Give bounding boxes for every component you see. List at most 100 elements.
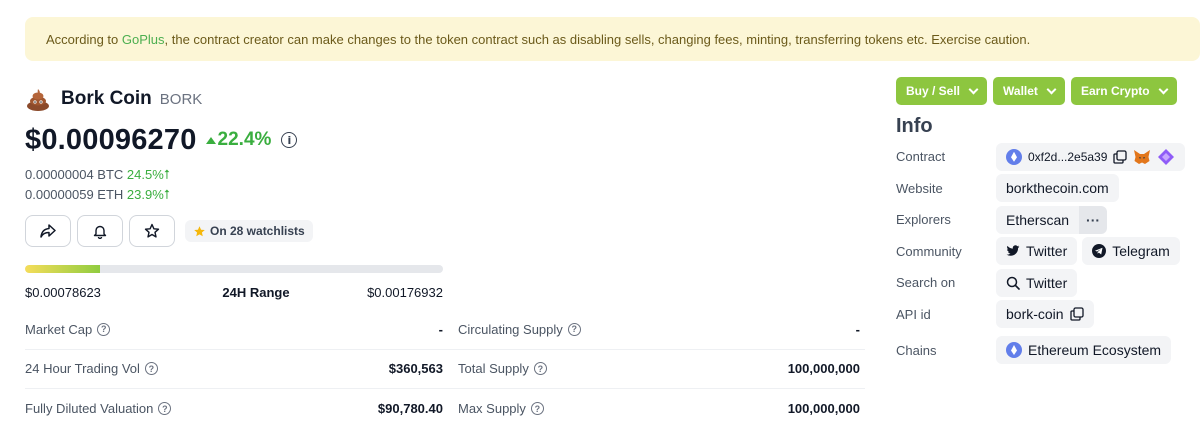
stat-volume: 24 Hour Trading Vol? $360,563 [25,361,443,376]
copy-icon[interactable] [1069,307,1084,321]
help-icon[interactable]: ? [530,402,544,416]
search-icon [1006,276,1020,290]
help-icon[interactable]: ? [567,322,581,336]
eth-price: 0.00000059 ETH [25,187,124,202]
warning-prefix: According to [46,31,122,47]
search-twitter-link[interactable]: Twitter [996,268,1078,297]
max-supply-value: 100,000,000 [787,401,860,417]
arrow-up-icon: ⭡ [163,167,170,182]
info-row-api-id: API id bork-coin [896,299,1200,331]
help-icon[interactable]: ? [97,322,111,336]
warning-suffix: , the contract creator can make changes … [164,31,1031,47]
share-button[interactable] [25,215,71,247]
coin-price: $0.00096270 [25,123,197,156]
earn-crypto-label: Earn Crypto [1080,84,1150,98]
chevron-down-icon [1158,84,1169,94]
buy-sell-button[interactable]: Buy / Sell [896,77,988,105]
total-supply-value: 100,000,000 [787,361,860,377]
range-high: $0.00176932 [367,285,443,300]
contract-address: 0xf2d...2e5a39 [1028,149,1108,164]
chains-value: Ethereum Ecosystem [1028,342,1162,358]
earn-crypto-button[interactable]: Earn Crypto [1070,77,1177,105]
twitter-link[interactable]: Twitter [996,237,1078,266]
info-row-explorers: Explorers Etherscan ··· [896,204,1200,236]
wallet-label: Wallet [1003,84,1038,98]
max-supply-label: Max Supply [458,401,526,417]
market-cap-label: Market Cap [25,321,93,337]
market-cap-value: - [438,321,443,337]
fdv-value: $90,780.40 [377,401,443,417]
alert-button[interactable] [77,215,123,247]
search-twitter-label: Twitter [1026,274,1068,291]
coin-overview: Bork Coin BORK $0.00096270 22.4% i 0.000… [25,84,865,416]
telegram-link[interactable]: Telegram [1082,237,1180,266]
range-label: 24H Range [222,285,290,300]
range-labels: $0.00078623 24H Range $0.00176932 [25,285,443,300]
circulating-supply-value: - [855,321,860,337]
info-heading: Info [896,115,933,137]
explorers-label: Explorers [896,212,951,228]
info-list: Contract 0xf2d...2e5a39 Website borkthec… [896,141,1200,370]
volume-value: $360,563 [388,361,443,377]
stats-row: Fully Diluted Valuation? $90,780.40 Max … [25,389,865,429]
price-change-value: 22.4% [217,129,272,150]
price-row: $0.00096270 22.4% i [25,123,865,157]
stat-market-cap: Market Cap? - [25,322,443,337]
coin-symbol: BORK [159,90,203,108]
contract-chip[interactable]: 0xf2d...2e5a39 [996,142,1186,171]
metamask-fox-icon[interactable] [1133,149,1151,165]
info-row-contract: Contract 0xf2d...2e5a39 [896,141,1200,173]
rabby-wallet-icon[interactable] [1157,148,1175,166]
volume-label: 24 Hour Trading Vol [25,361,140,377]
telegram-label: Telegram [1112,243,1170,260]
twitter-label: Twitter [1026,243,1068,260]
stat-max-supply: Max Supply? 100,000,000 [458,401,860,416]
eth-price-row: 0.00000059 ETH 23.9%⭡ [25,185,865,205]
range-bar [25,265,443,273]
watchlist-button[interactable] [129,215,175,247]
stats-row: 24 Hour Trading Vol? $360,563 Total Supp… [25,350,865,389]
watchlist-count: On 28 watchlists [210,224,305,238]
help-icon[interactable]: ? [533,362,547,376]
risk-warning-banner: According to GoPlus, the contract creato… [25,17,1200,61]
api-id-chip[interactable]: bork-coin [996,300,1094,329]
chevron-down-icon [1046,84,1057,94]
price-change: 22.4% [205,129,272,151]
stats-row: Market Cap? - Circulating Supply? - [25,310,865,350]
coin-title-row: Bork Coin BORK [25,84,865,114]
ethereum-icon [1006,148,1022,165]
stats-table: Market Cap? - Circulating Supply? - 24 H… [25,310,865,429]
community-label: Community [896,243,962,259]
trade-buttons: Buy / Sell Wallet Earn Crypto [896,77,1200,105]
alt-prices: 0.00000004 BTC 24.5%⭡ 0.00000059 ETH 23.… [25,165,865,205]
etherscan-link[interactable]: Etherscan [996,205,1080,234]
circulating-supply-label: Circulating Supply [458,321,563,337]
ethereum-icon [1006,342,1022,358]
contract-label: Contract [896,149,946,165]
website-label: Website [896,180,943,196]
help-icon[interactable]: ? [158,402,172,416]
website-link[interactable]: borkthecoin.com [996,174,1119,203]
info-icon[interactable]: i [281,132,298,148]
api-id-value: bork-coin [1006,306,1064,323]
bell-icon [93,225,107,239]
info-row-community: Community Twitter Telegram [896,236,1200,268]
info-row-chains: Chains Ethereum Ecosystem [896,330,1200,370]
help-icon[interactable]: ? [144,362,158,376]
star-filled-icon [194,225,205,236]
total-supply-label: Total Supply [458,361,529,377]
watchlist-count-badge: On 28 watchlists [185,220,313,242]
ethereum-ecosystem-link[interactable]: Ethereum Ecosystem [996,336,1172,364]
twitter-icon [1006,245,1020,257]
stat-circulating-supply: Circulating Supply? - [458,322,860,337]
action-row: On 28 watchlists [25,215,865,247]
api-id-label: API id [896,306,931,322]
coin-name: Bork Coin [61,88,152,109]
buy-sell-label: Buy / Sell [906,84,961,98]
copy-icon[interactable] [1113,150,1128,164]
more-explorers-button[interactable]: ··· [1079,205,1108,234]
goplus-link[interactable]: GoPlus [122,32,165,47]
caret-up-icon [205,136,216,144]
wallet-button[interactable]: Wallet [993,77,1065,105]
arrow-up-icon: ⭡ [163,187,170,202]
